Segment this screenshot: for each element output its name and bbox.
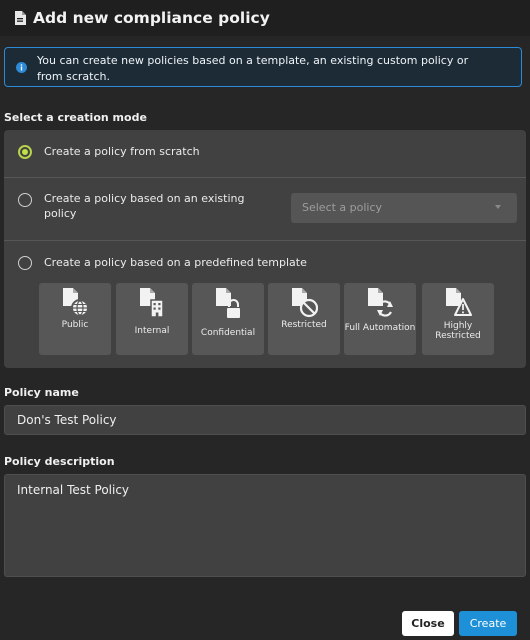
template-label: Public: [61, 320, 89, 330]
info-icon: [16, 62, 27, 73]
mode-option-template[interactable]: Create a policy based on a predefined te…: [4, 241, 526, 277]
document-refresh-icon: [368, 288, 393, 317]
creation-mode-label: Select a creation mode: [4, 111, 147, 124]
template-label: Highly Restricted: [435, 321, 481, 341]
document-warning-icon: [446, 288, 472, 316]
radio-existing[interactable]: [18, 193, 32, 207]
policy-description-value: Internal Test Policy: [17, 483, 130, 497]
document-globe-icon: [63, 288, 89, 317]
template-public[interactable]: Public: [39, 283, 111, 355]
dialog-title: Add new compliance policy: [33, 9, 270, 27]
existing-policy-select[interactable]: Select a policy: [291, 193, 517, 223]
create-button[interactable]: Create: [459, 611, 517, 636]
chevron-down-icon: [495, 205, 501, 209]
creation-mode-panel: Create a policy from scratch Create a po…: [4, 130, 526, 368]
close-button[interactable]: Close: [402, 611, 454, 636]
template-restricted[interactable]: Restricted: [268, 283, 340, 355]
template-highly-restricted[interactable]: Highly Restricted: [422, 283, 494, 355]
template-internal[interactable]: Internal: [116, 283, 188, 355]
mode-label-scratch: Create a policy from scratch: [44, 145, 200, 158]
select-placeholder: Select a policy: [302, 201, 383, 214]
template-label: Full Automation: [344, 323, 416, 333]
template-label: Confidential: [200, 328, 256, 338]
document-lock-icon: [216, 288, 241, 319]
document-building-icon: [140, 288, 164, 318]
mode-label-template: Create a policy based on a predefined te…: [44, 256, 307, 269]
template-label: Internal: [134, 326, 170, 336]
policy-name-field[interactable]: Don's Test Policy: [4, 405, 526, 435]
info-banner: You can create new policies based on a t…: [4, 47, 522, 87]
document-icon: [14, 11, 26, 25]
policy-name-value: Don's Test Policy: [17, 413, 117, 427]
template-label: Restricted: [281, 320, 327, 330]
template-full-automation[interactable]: Full Automation: [344, 283, 416, 355]
radio-template[interactable]: [18, 256, 32, 270]
info-text: You can create new policies based on a t…: [37, 54, 469, 83]
template-confidential[interactable]: Confidential: [192, 283, 264, 355]
dialog-header: Add new compliance policy: [0, 0, 530, 36]
policy-description-label: Policy description: [4, 455, 115, 468]
mode-label-existing: Create a policy based on an existing pol…: [44, 192, 245, 220]
radio-scratch[interactable]: [18, 145, 32, 159]
policy-description-field[interactable]: Internal Test Policy: [4, 474, 526, 577]
policy-name-label: Policy name: [4, 386, 79, 399]
mode-option-scratch[interactable]: Create a policy from scratch: [4, 130, 526, 177]
document-ban-icon: [292, 288, 318, 318]
